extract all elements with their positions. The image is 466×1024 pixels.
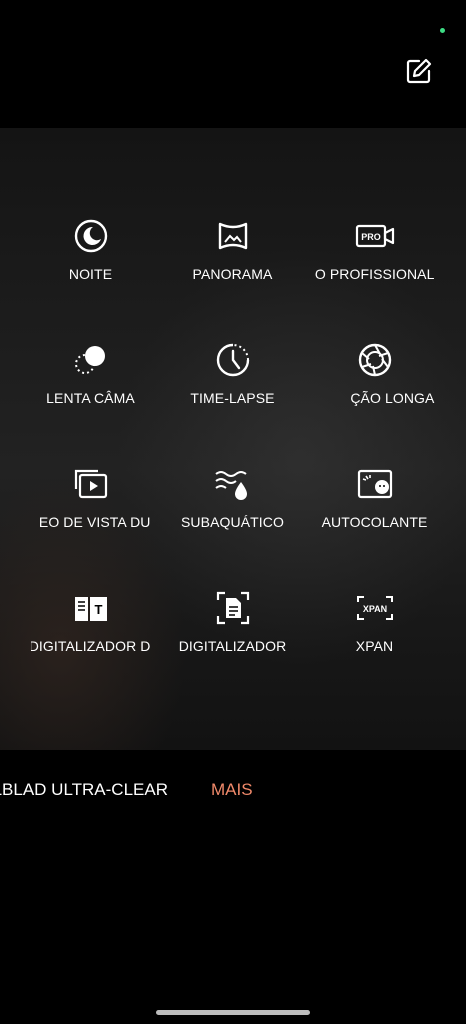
mode-switcher-bar: HASSELBLAD ULTRA-CLEAR MAIS (0, 750, 466, 830)
mode-pro-video[interactable]: PRO O PROFISSIONAL (297, 216, 452, 316)
mode-long-exposure[interactable]: ÇÃO LONGA (297, 340, 452, 440)
mode-label: NOITE (68, 266, 113, 282)
edit-button[interactable] (402, 56, 436, 86)
mode-label: LENTA CÂMA (46, 390, 135, 406)
status-dot (440, 28, 445, 33)
mode-label: DIGITALIZADOR D (30, 638, 151, 654)
dual-view-video-icon (71, 464, 111, 504)
svg-text:PRO: PRO (361, 232, 381, 242)
xpan-icon: XPAN (355, 588, 395, 628)
mode-label: PANORAMA (192, 266, 273, 282)
mode-tab-more[interactable]: MAIS (211, 780, 253, 800)
svg-text:XPAN: XPAN (362, 604, 386, 614)
mode-panel: NOITE PANORAMA PRO O PROFISSIONAL LENTA … (0, 128, 466, 750)
long-exposure-icon (355, 340, 395, 380)
mode-text-scanner[interactable]: T DIGITALIZADOR D (13, 588, 168, 688)
mode-dual-view[interactable]: EO DE VISTA DU (13, 464, 168, 564)
mode-label: ÇÃO LONGA (350, 390, 435, 406)
timelapse-icon (213, 340, 253, 380)
mode-xpan[interactable]: XPAN XPAN (297, 588, 452, 688)
svg-text:T: T (94, 602, 102, 617)
edit-square-icon (406, 58, 432, 84)
home-indicator[interactable] (156, 1010, 310, 1015)
mode-label: AUTOCOLANTE (321, 514, 428, 530)
panorama-icon (213, 216, 253, 256)
moon-icon (71, 216, 111, 256)
mode-night[interactable]: NOITE (13, 216, 168, 316)
mode-label: EO DE VISTA DU (38, 514, 151, 530)
mode-label: DIGITALIZADOR (178, 638, 287, 654)
mode-sticker[interactable]: AUTOCOLANTE (297, 464, 452, 564)
underwater-icon (213, 464, 253, 504)
mode-label: XPAN (355, 638, 394, 654)
mode-timelapse[interactable]: TIME-LAPSE (155, 340, 310, 440)
document-scanner-icon (213, 588, 253, 628)
mode-panorama[interactable]: PANORAMA (155, 216, 310, 316)
mode-slow-motion[interactable]: LENTA CÂMA (13, 340, 168, 440)
pro-video-icon: PRO (355, 216, 395, 256)
mode-label: TIME-LAPSE (190, 390, 275, 406)
slow-motion-icon (71, 340, 111, 380)
text-scanner-icon: T (71, 588, 111, 628)
mode-label: SUBAQUÁTICO (180, 514, 284, 530)
mode-document-scanner[interactable]: DIGITALIZADOR (155, 588, 310, 688)
mode-label: O PROFISSIONAL (314, 266, 435, 282)
sticker-icon (355, 464, 395, 504)
mode-underwater[interactable]: SUBAQUÁTICO (155, 464, 310, 564)
mode-tab-hasselblad[interactable]: HASSELBLAD ULTRA-CLEAR (0, 780, 168, 800)
